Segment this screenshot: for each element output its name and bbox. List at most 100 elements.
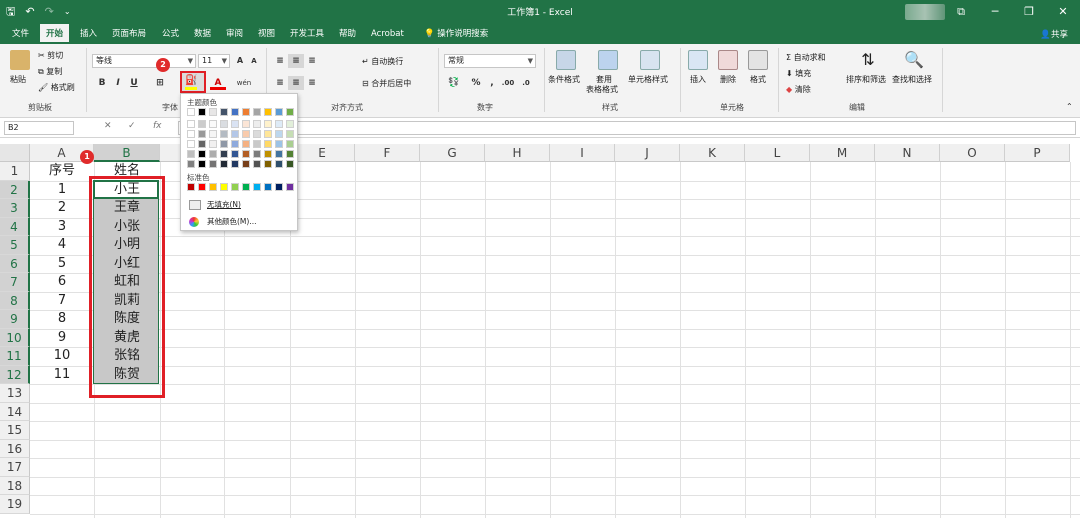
tab-home[interactable]: 开始 (40, 24, 70, 44)
select-all-corner[interactable] (0, 144, 30, 162)
color-swatch[interactable] (231, 120, 239, 128)
align-middle-icon[interactable]: ≡ (288, 54, 304, 68)
column-header-i[interactable]: I (550, 144, 615, 162)
column-header-n[interactable]: N (875, 144, 940, 162)
color-swatch[interactable] (275, 150, 283, 158)
fill-button[interactable]: ⬇ 填充 (786, 68, 811, 79)
color-swatch[interactable] (198, 140, 206, 148)
row-header-19[interactable]: 19 (0, 495, 30, 514)
increase-decimal-button[interactable]: .00 (500, 76, 516, 90)
color-swatch[interactable] (187, 150, 195, 158)
color-swatch[interactable] (253, 140, 261, 148)
row-header-14[interactable]: 14 (0, 402, 30, 421)
paste-icon[interactable] (10, 50, 30, 70)
enter-icon[interactable]: ✓ (128, 121, 136, 131)
color-swatch[interactable] (198, 160, 206, 168)
sort-filter-label[interactable]: 排序和筛选 (846, 74, 886, 85)
cell-a9[interactable]: 8 (30, 310, 94, 329)
color-swatch[interactable] (275, 140, 283, 148)
insert-cells-label[interactable]: 插入 (690, 74, 706, 85)
color-swatch[interactable] (264, 108, 272, 116)
color-swatch[interactable] (220, 120, 228, 128)
color-swatch[interactable] (209, 150, 217, 158)
row-header-10[interactable]: 10 (0, 328, 30, 347)
align-center-icon[interactable]: ≡ (288, 76, 304, 90)
tell-me-search[interactable]: 💡 操作说明搜索 (418, 24, 494, 44)
cell-a11[interactable]: 10 (30, 347, 94, 366)
standard-color-swatch[interactable] (242, 183, 250, 191)
color-swatch[interactable] (242, 150, 250, 158)
row-header-2[interactable]: 2 (0, 180, 30, 199)
standard-color-swatch[interactable] (198, 183, 206, 191)
cell-a4[interactable]: 3 (30, 218, 94, 237)
color-swatch[interactable] (253, 150, 261, 158)
color-swatch[interactable] (198, 120, 206, 128)
tab-formulas[interactable]: 公式 (156, 24, 185, 44)
color-swatch[interactable] (275, 108, 283, 116)
delete-cells-icon[interactable] (718, 50, 738, 70)
color-swatch[interactable] (253, 130, 261, 138)
share-button[interactable]: 👤共享 (1040, 28, 1068, 40)
color-swatch[interactable] (253, 108, 261, 116)
insert-function-icon[interactable]: fx (153, 121, 162, 131)
font-name-select[interactable]: 等线 ▼ (92, 54, 196, 68)
column-header-b[interactable]: B (94, 144, 160, 162)
color-swatch[interactable] (286, 140, 294, 148)
standard-color-swatch[interactable] (187, 183, 195, 191)
color-swatch[interactable] (275, 160, 283, 168)
color-swatch[interactable] (198, 130, 206, 138)
row-header-16[interactable]: 16 (0, 439, 30, 458)
tab-file[interactable]: 文件 (6, 24, 35, 44)
tab-help[interactable]: 帮助 (333, 24, 362, 44)
color-swatch[interactable] (220, 130, 228, 138)
autosum-button[interactable]: Σ 自动求和 (786, 52, 826, 63)
color-swatch[interactable] (220, 108, 228, 116)
row-header-9[interactable]: 9 (0, 310, 30, 329)
color-swatch[interactable] (187, 130, 195, 138)
color-swatch[interactable] (275, 130, 283, 138)
cell-a8[interactable]: 7 (30, 292, 94, 311)
color-swatch[interactable] (286, 160, 294, 168)
restore-button[interactable]: ❐ (1012, 0, 1046, 24)
column-header-l[interactable]: L (745, 144, 810, 162)
color-swatch[interactable] (231, 108, 239, 116)
color-swatch[interactable] (220, 140, 228, 148)
decrease-decimal-button[interactable]: .0 (518, 76, 534, 90)
fill-color-button[interactable]: ⛽ (180, 71, 206, 93)
row-header-11[interactable]: 11 (0, 347, 30, 366)
color-swatch[interactable] (286, 108, 294, 116)
color-swatch[interactable] (242, 108, 250, 116)
collapse-ribbon-icon[interactable]: ⌃ (1066, 102, 1073, 111)
row-header-18[interactable]: 18 (0, 476, 30, 495)
search-icon[interactable]: 🔍 (904, 50, 924, 70)
cell-styles-label[interactable]: 单元格样式 (628, 74, 668, 85)
column-header-j[interactable]: J (615, 144, 680, 162)
accounting-format-icon[interactable]: 💱 (446, 76, 462, 90)
cell-a5[interactable]: 4 (30, 236, 94, 255)
standard-color-swatch[interactable] (253, 183, 261, 191)
column-header-f[interactable]: F (355, 144, 420, 162)
row-header-17[interactable]: 17 (0, 458, 30, 477)
format-painter-button[interactable]: 🖌 格式刷 (38, 82, 75, 93)
wrap-text-button[interactable]: ↵ 自动换行 (362, 56, 403, 67)
more-colors-option[interactable]: 其他颜色(M)... (185, 215, 295, 229)
color-swatch[interactable] (209, 140, 217, 148)
standard-color-swatch[interactable] (209, 183, 217, 191)
number-format-select[interactable]: 常规 ▼ (444, 54, 536, 68)
conditional-formatting-icon[interactable] (556, 50, 576, 70)
format-cells-label[interactable]: 格式 (750, 74, 766, 85)
paste-button-label[interactable]: 粘贴 (10, 74, 26, 85)
row-header-12[interactable]: 12 (0, 365, 30, 384)
tab-review[interactable]: 审阅 (220, 24, 249, 44)
color-swatch[interactable] (242, 160, 250, 168)
color-swatch[interactable] (275, 120, 283, 128)
cell-styles-icon[interactable] (640, 50, 660, 70)
standard-color-swatch[interactable] (264, 183, 272, 191)
column-header-m[interactable]: M (810, 144, 875, 162)
tab-insert[interactable]: 插入 (74, 24, 103, 44)
row-header-3[interactable]: 3 (0, 199, 30, 218)
comma-button[interactable]: , (484, 76, 500, 90)
color-swatch[interactable] (264, 130, 272, 138)
cell-a7[interactable]: 6 (30, 273, 94, 292)
delete-cells-label[interactable]: 删除 (720, 74, 736, 85)
